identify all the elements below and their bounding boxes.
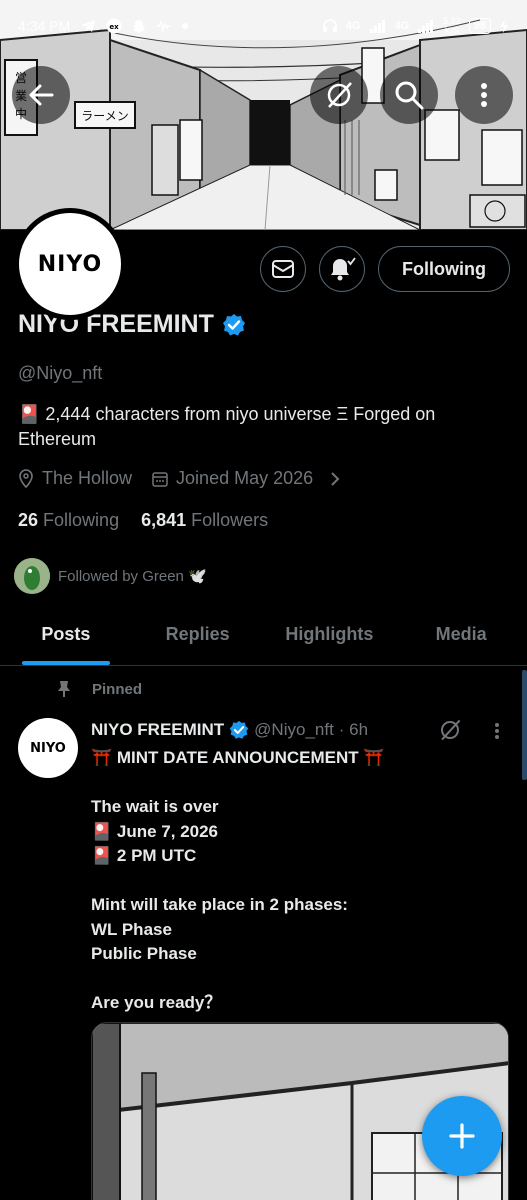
verified-badge-icon [222, 313, 245, 335]
post-line: 🎴 June 7, 2026 [91, 821, 219, 841]
more-options-button[interactable] [455, 66, 513, 124]
post-line: Are you ready？ [91, 993, 222, 1012]
post-avatar-text: NIYO [30, 740, 66, 756]
grok-button[interactable] [310, 66, 368, 124]
back-button[interactable] [12, 66, 70, 124]
post-line [91, 771, 501, 796]
location-pin-icon [19, 468, 33, 488]
verified-badge-icon [230, 720, 249, 739]
audio-wave-icon [156, 20, 172, 32]
pinned-indicator: Pinned [56, 680, 142, 698]
tab-highlights[interactable]: Highlights [264, 604, 396, 665]
post-line [91, 869, 501, 894]
post-line: 🎴 2 PM UTC [91, 846, 197, 865]
post-author-avatar[interactable]: NIYO [18, 718, 78, 778]
svg-text:ex: ex [110, 23, 120, 31]
app-ex-icon: ex [106, 18, 122, 34]
grok-icon [441, 719, 461, 741]
followers-count: 6,841 [141, 510, 187, 530]
arrow-left-icon [29, 84, 54, 106]
network-label-2: 4G [394, 20, 410, 32]
grok-icon [327, 82, 352, 108]
bio-line-2: Ethereum [18, 429, 97, 449]
tab-posts[interactable]: Posts [0, 604, 132, 665]
tab-media[interactable]: Media [395, 604, 527, 665]
following-count: 26 [18, 510, 39, 530]
envelope-icon [272, 260, 294, 278]
post-more-button[interactable] [494, 722, 500, 745]
profile-location: The Hollow [42, 468, 133, 488]
followers-stat[interactable]: 6,841 Followers [141, 510, 268, 531]
profile-joined: Joined May 2026 [176, 468, 314, 488]
svg-text:ラーメン: ラーメン [81, 109, 129, 123]
post-line [91, 967, 501, 992]
post-text: ⛩️ MINT DATE ANNOUNCEMENT ⛩️ The wait is… [91, 746, 501, 1016]
scrollbar[interactable] [522, 670, 527, 780]
avatar-logo-text: NIYO [37, 251, 103, 277]
search-icon [395, 81, 424, 110]
message-button[interactable] [260, 246, 306, 292]
bell-check-icon [331, 257, 356, 281]
profile-stats: 26 Following 6,841 Followers [18, 510, 268, 531]
calendar-icon [152, 471, 168, 487]
more-vertical-icon [481, 83, 487, 107]
plus-icon [449, 1123, 475, 1149]
post-line: WL Phase [91, 919, 172, 939]
signal-icon [369, 19, 387, 33]
telegram-icon [80, 19, 96, 33]
status-time: 4:34 PM [18, 18, 71, 34]
more-vertical-icon [495, 723, 499, 739]
status-bar: 4:34 PM ex 4G 4G 5.82 K/S 98 [0, 0, 527, 52]
profile-avatar[interactable]: NIYO [14, 208, 126, 320]
post-author-handle[interactable]: @Niyo_nft [254, 720, 334, 740]
compose-post-button[interactable] [422, 1096, 502, 1176]
follower-avatar [14, 558, 50, 594]
snapchat-icon [132, 19, 146, 34]
charging-icon [499, 19, 509, 33]
profile-tabs: Posts Replies Highlights Media [0, 604, 527, 666]
network-speed: 5.82 K/S [443, 16, 461, 36]
following-label: Following [43, 510, 120, 530]
post-author-name[interactable]: NIYO FREEMINT [91, 720, 224, 740]
pinned-label: Pinned [92, 680, 143, 698]
following-button[interactable]: Following [378, 246, 510, 292]
post-line: ⛩️ MINT DATE ANNOUNCEMENT ⛩️ [91, 748, 385, 767]
post-line: The wait is over [91, 797, 219, 816]
profile-meta: The Hollow Joined May 2026 [18, 468, 341, 489]
post-time: · 6h [338, 720, 369, 739]
battery-indicator: 98 [468, 18, 491, 34]
following-stat[interactable]: 26 Following [18, 510, 119, 531]
search-button[interactable] [380, 66, 438, 124]
chevron-right-icon[interactable] [329, 471, 341, 487]
speed-unit: K/S [444, 26, 460, 36]
network-label-1: 4G [345, 20, 361, 32]
notifications-button[interactable] [319, 246, 365, 292]
notification-dot-icon [182, 23, 189, 29]
pin-icon [58, 681, 70, 697]
followed-by-row[interactable]: Followed by Green 🕊️ [14, 558, 207, 594]
post-line: Public Phase [91, 944, 197, 963]
bio-line-1: 🎴 2,444 characters from niyo universe Ξ … [18, 404, 436, 424]
tab-replies[interactable]: Replies [132, 604, 264, 665]
followers-label: Followers [191, 510, 269, 530]
post-header: NIYO FREEMINT @Niyo_nft · 6h [91, 720, 368, 740]
signal-icon-2 [417, 19, 435, 33]
headphones-icon [322, 19, 338, 33]
post-line: Mint will take place in 2 phases: [91, 895, 348, 914]
profile-bio: 🎴 2,444 characters from niyo universe Ξ … [18, 402, 508, 452]
followed-by-text: Followed by Green 🕊️ [58, 568, 207, 585]
speed-value: 5.82 [443, 16, 461, 26]
profile-handle: @Niyo_nft [18, 363, 103, 383]
post-grok-button[interactable] [438, 718, 462, 747]
